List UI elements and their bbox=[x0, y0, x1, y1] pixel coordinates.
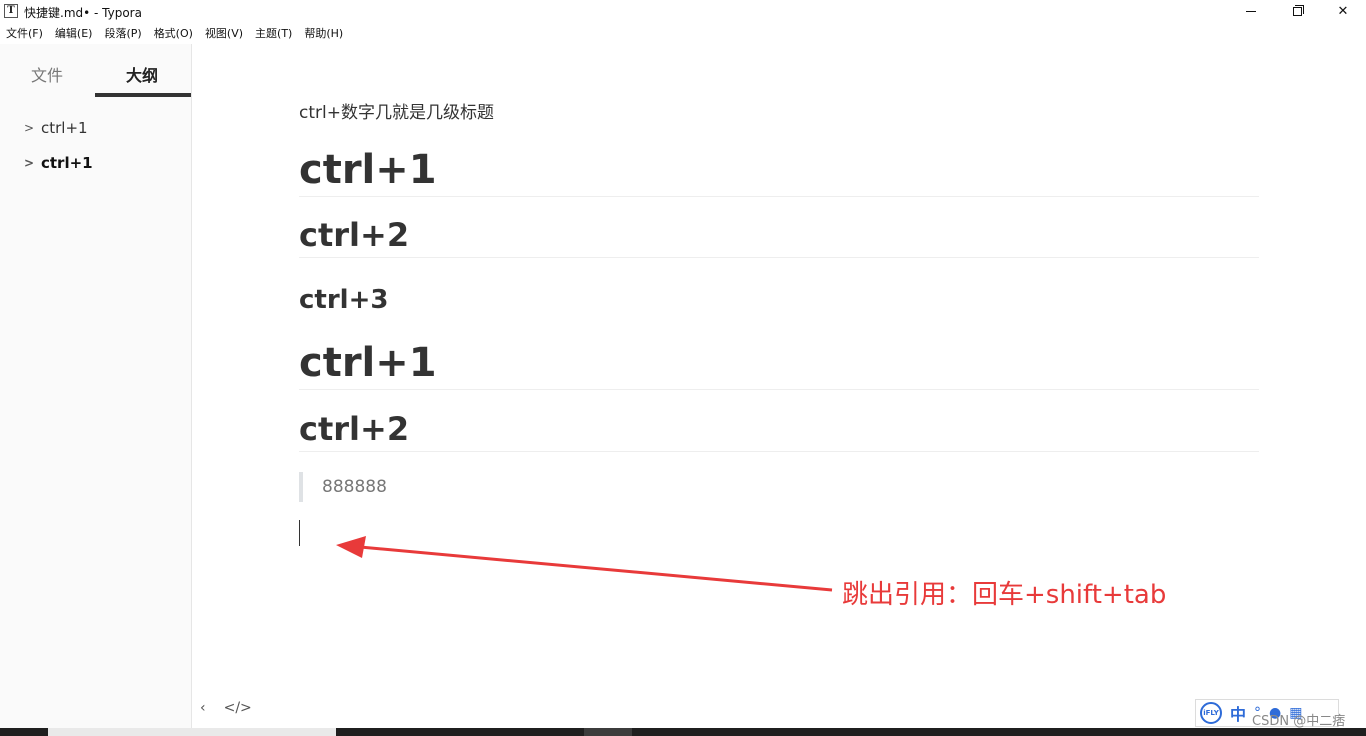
maximize-button[interactable] bbox=[1274, 0, 1320, 22]
heading-2[interactable]: ctrl+2 bbox=[299, 406, 1259, 452]
back-icon[interactable]: ‹ bbox=[200, 700, 206, 716]
tab-files[interactable]: 文件 bbox=[31, 62, 63, 86]
menu-format[interactable]: 格式(O) bbox=[154, 23, 193, 44]
arrow-head bbox=[336, 536, 366, 558]
chevron-right-icon[interactable]: > bbox=[24, 156, 41, 170]
menu-bar: 文件(F) 编辑(E) 段落(P) 格式(O) 视图(V) 主题(T) 帮助(H… bbox=[0, 23, 1366, 44]
heading-1[interactable]: ctrl+1 bbox=[299, 337, 1259, 390]
source-code-icon[interactable]: </> bbox=[224, 700, 252, 716]
sidebar: 文件 大纲 > ctrl+1 > ctrl+1 bbox=[0, 44, 192, 728]
outline-item-label: ctrl+1 bbox=[41, 119, 88, 137]
typora-app-icon: T bbox=[4, 4, 18, 18]
tab-outline[interactable]: 大纲 bbox=[126, 62, 158, 86]
active-tab-indicator bbox=[95, 93, 191, 97]
ime-mode[interactable]: 中 bbox=[1230, 701, 1246, 725]
arrow-line bbox=[359, 545, 833, 592]
menu-view[interactable]: 视图(V) bbox=[205, 23, 243, 44]
taskbar bbox=[0, 728, 1366, 736]
outline-item-active[interactable]: > ctrl+1 bbox=[24, 154, 93, 172]
menu-theme[interactable]: 主题(T) bbox=[255, 23, 292, 44]
outline-item[interactable]: > ctrl+1 bbox=[24, 119, 88, 137]
restore-icon bbox=[1292, 4, 1304, 16]
title-bar: T 快捷键.md• - Typora ✕ bbox=[0, 0, 1366, 23]
minimize-button[interactable] bbox=[1228, 0, 1274, 22]
taskbar-item[interactable] bbox=[584, 728, 632, 736]
close-button[interactable]: ✕ bbox=[1320, 0, 1366, 22]
sidebar-footer: ‹ </> bbox=[200, 700, 252, 716]
menu-paragraph[interactable]: 段落(P) bbox=[104, 23, 141, 44]
close-icon: ✕ bbox=[1337, 3, 1349, 19]
menu-help[interactable]: 帮助(H) bbox=[304, 23, 343, 44]
blockquote[interactable]: 888888 bbox=[299, 472, 387, 502]
heading-3[interactable]: ctrl+3 bbox=[299, 280, 1259, 320]
heading-1[interactable]: ctrl+1 bbox=[299, 144, 1259, 197]
taskbar-item[interactable] bbox=[48, 728, 336, 736]
menu-edit[interactable]: 编辑(E) bbox=[55, 23, 93, 44]
chevron-right-icon[interactable]: > bbox=[24, 121, 41, 135]
sidebar-tabs: 文件 大纲 bbox=[0, 44, 191, 98]
menu-file[interactable]: 文件(F) bbox=[6, 23, 43, 44]
text-cursor bbox=[299, 520, 300, 546]
heading-2[interactable]: ctrl+2 bbox=[299, 212, 1259, 258]
outline-item-label: ctrl+1 bbox=[41, 154, 93, 172]
annotation-arrow bbox=[336, 536, 833, 592]
paragraph[interactable]: ctrl+数字几就是几级标题 bbox=[299, 98, 494, 123]
annotation-label: 跳出引用：回车+shift+tab bbox=[842, 580, 1167, 610]
window-title: 快捷键.md• - Typora bbox=[24, 6, 142, 20]
watermark: CSDN @中二痞 bbox=[1252, 714, 1346, 729]
minimize-icon bbox=[1246, 10, 1256, 12]
ifly-logo-icon[interactable]: iFLY bbox=[1200, 702, 1222, 724]
